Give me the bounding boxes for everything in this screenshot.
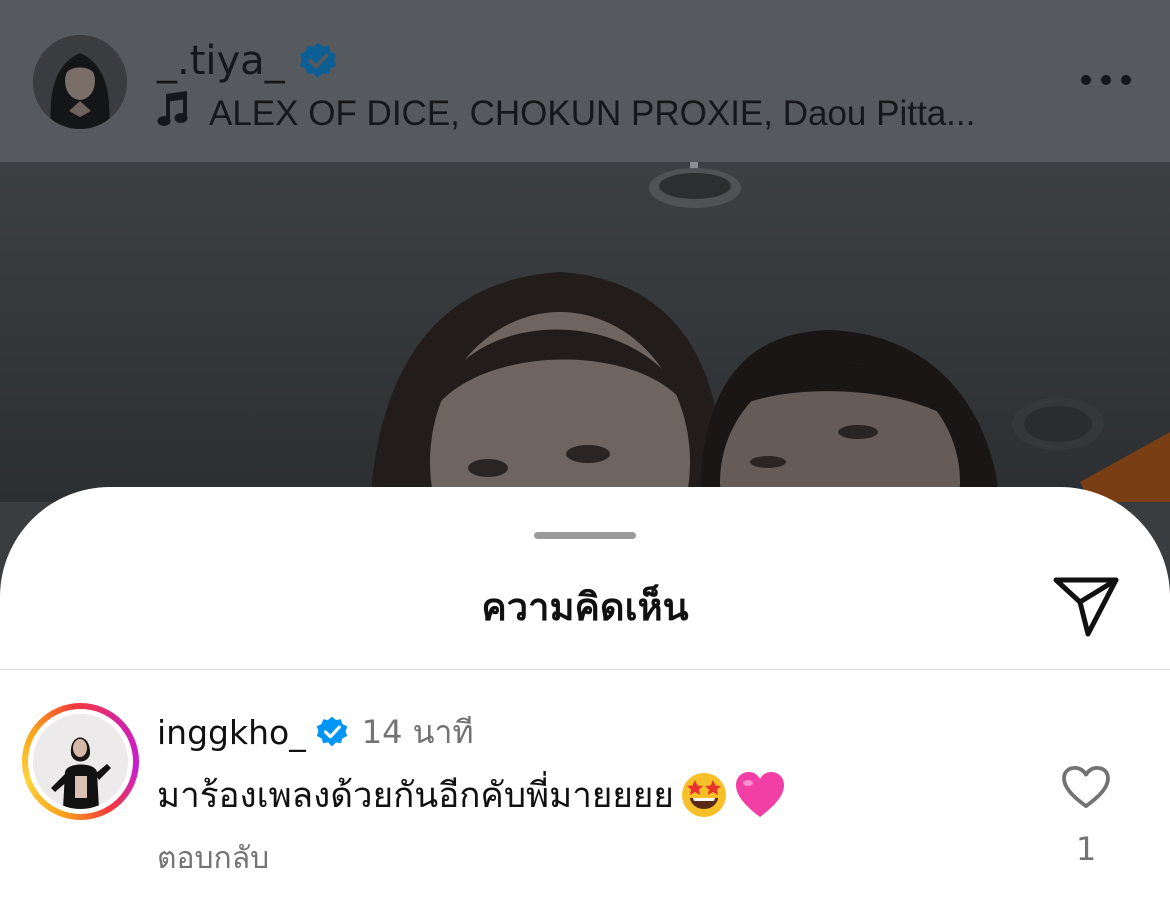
- post-header: _.tiya_ ALEX OF DICE, CHOKUN PROXIE, Dao…: [0, 0, 1170, 162]
- heart-outline-icon: [1062, 765, 1110, 809]
- comment-text: มาร้องเพลงด้วยกันอีกคับพี่มายยยย: [157, 775, 674, 816]
- more-options-icon: [1081, 75, 1131, 85]
- comments-sheet: ความคิดเห็น inggkho_ 14 นาที มาร้องเพลงด…: [0, 487, 1170, 902]
- comment-timestamp: 14 นาที: [361, 712, 474, 751]
- comments-title: ความคิดเห็น: [481, 585, 689, 629]
- verified-badge-icon: [299, 42, 337, 80]
- post-author-username[interactable]: _.tiya_: [157, 38, 285, 84]
- comment-author-story-ring[interactable]: [22, 703, 139, 820]
- more-options-button[interactable]: [1076, 58, 1136, 102]
- post-author-avatar[interactable]: [33, 35, 127, 129]
- music-track-text: ALEX OF DICE, CHOKUN PROXIE, Daou Pitta.…: [209, 94, 976, 133]
- comment-meta: inggkho_ 14 นาที: [157, 707, 474, 757]
- star-struck-emoji: [680, 771, 728, 819]
- verified-badge-icon: [316, 716, 348, 748]
- share-button[interactable]: [1050, 571, 1122, 643]
- pink-heart-emoji: [734, 771, 784, 819]
- comment-body: มาร้องเพลงด้วยกันอีกคับพี่มายยยย: [157, 767, 784, 823]
- comment-username[interactable]: inggkho_: [157, 713, 306, 752]
- post-music-line[interactable]: ALEX OF DICE, CHOKUN PROXIE, Daou Pitta.…: [157, 90, 975, 138]
- post-photo[interactable]: [0, 162, 1170, 502]
- sheet-divider: [0, 669, 1170, 670]
- sheet-drag-handle[interactable]: [534, 532, 636, 539]
- like-count: 1: [1075, 830, 1097, 868]
- send-icon: [1053, 577, 1119, 637]
- post-author-row: _.tiya_: [157, 36, 337, 86]
- comment-author-avatar[interactable]: [33, 714, 128, 809]
- reply-button[interactable]: ตอบกลับ: [157, 837, 269, 881]
- like-button[interactable]: [1058, 759, 1114, 815]
- music-note-icon: [157, 90, 191, 139]
